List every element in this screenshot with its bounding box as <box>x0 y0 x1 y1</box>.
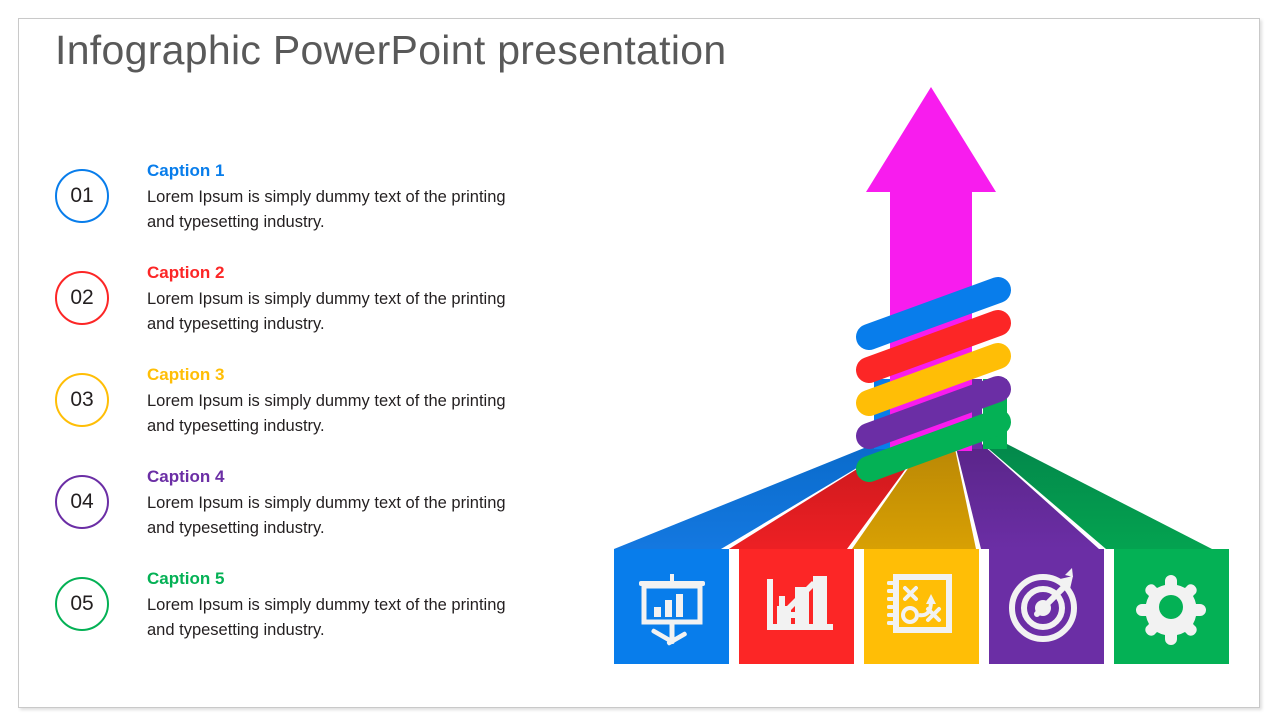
number-badge-label: 01 <box>70 184 94 207</box>
list-item[interactable]: 03 Caption 3 Lorem Ipsum is simply dummy… <box>55 363 515 465</box>
caption-heading: Caption 2 <box>147 263 225 282</box>
caption-list: 01 Caption 1 Lorem Ipsum is simply dummy… <box>55 159 515 669</box>
caption-heading: Caption 1 <box>147 161 225 180</box>
number-badge: 02 <box>55 271 109 325</box>
list-item-body: Caption 3 Lorem Ipsum is simply dummy te… <box>147 363 507 439</box>
caption-heading: Caption 4 <box>147 467 225 486</box>
number-badge: 03 <box>55 373 109 427</box>
list-item-body: Caption 1 Lorem Ipsum is simply dummy te… <box>147 159 507 235</box>
icon-box-1[interactable] <box>614 549 729 664</box>
caption-description: Lorem Ipsum is simply dummy text of the … <box>147 290 506 333</box>
caption-description: Lorem Ipsum is simply dummy text of the … <box>147 494 506 537</box>
number-badge-label: 04 <box>70 490 94 513</box>
page-title: Infographic PowerPoint presentation <box>55 27 727 73</box>
list-item[interactable]: 05 Caption 5 Lorem Ipsum is simply dummy… <box>55 567 515 669</box>
number-badge: 01 <box>55 169 109 223</box>
number-badge: 05 <box>55 577 109 631</box>
icon-box-2[interactable] <box>739 549 854 664</box>
list-item-body: Caption 5 Lorem Ipsum is simply dummy te… <box>147 567 507 643</box>
number-badge-label: 03 <box>70 388 94 411</box>
caption-heading: Caption 3 <box>147 365 225 384</box>
icon-box-4[interactable] <box>989 549 1104 664</box>
icon-box-5[interactable] <box>1114 549 1229 664</box>
slide-canvas: Infographic PowerPoint presentation 01 C… <box>18 18 1260 708</box>
list-item-body: Caption 2 Lorem Ipsum is simply dummy te… <box>147 261 507 337</box>
number-badge-label: 05 <box>70 592 94 615</box>
list-item-body: Caption 4 Lorem Ipsum is simply dummy te… <box>147 465 507 541</box>
number-badge-label: 02 <box>70 286 94 309</box>
list-item[interactable]: 04 Caption 4 Lorem Ipsum is simply dummy… <box>55 465 515 567</box>
icon-box-3[interactable] <box>864 549 979 664</box>
caption-heading: Caption 5 <box>147 569 225 588</box>
caption-description: Lorem Ipsum is simply dummy text of the … <box>147 392 506 435</box>
caption-description: Lorem Ipsum is simply dummy text of the … <box>147 596 506 639</box>
number-badge: 04 <box>55 475 109 529</box>
list-item[interactable]: 01 Caption 1 Lorem Ipsum is simply dummy… <box>55 159 515 261</box>
arrow-funnel-infographic <box>579 79 1239 699</box>
list-item[interactable]: 02 Caption 2 Lorem Ipsum is simply dummy… <box>55 261 515 363</box>
caption-description: Lorem Ipsum is simply dummy text of the … <box>147 188 506 231</box>
